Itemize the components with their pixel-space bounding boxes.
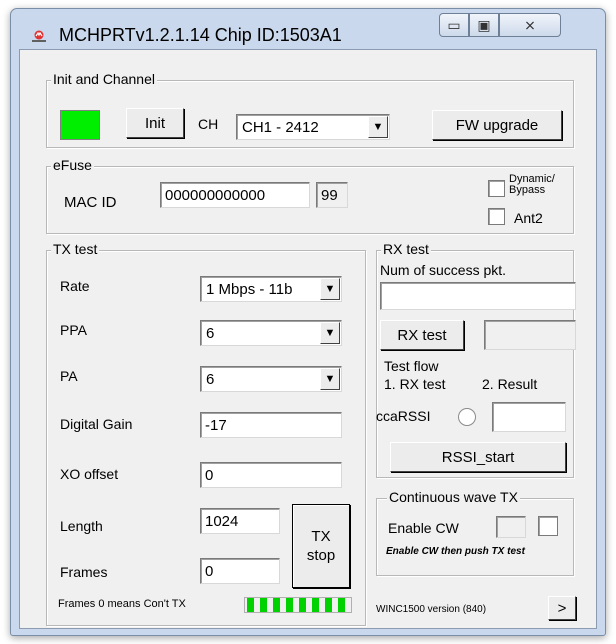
- length-input[interactable]: 1024: [200, 508, 280, 534]
- ant2-checkbox[interactable]: [488, 208, 505, 225]
- dynamic-bypass-label: Dynamic/ Bypass: [509, 174, 555, 196]
- mac-id-label: MAC ID: [64, 194, 117, 211]
- enable-cw-label: Enable CW: [388, 520, 459, 536]
- enable-cw-checkbox[interactable]: [538, 516, 558, 536]
- init-button-label: Init: [144, 114, 165, 132]
- ppa-label: PPA: [60, 322, 87, 338]
- version-text: WINC1500 version (840): [376, 604, 487, 615]
- minimize-icon: ▭: [447, 16, 461, 33]
- progress-segment: [247, 598, 254, 612]
- progress-segment: [312, 598, 319, 612]
- title-bar[interactable]: MCHPRTv1.2.1.14 Chip ID:1503A1 ▭ ▣ ⨯: [11, 9, 605, 51]
- close-button[interactable]: ⨯: [499, 13, 561, 37]
- rssi-start-button-label: RSSI_start: [441, 448, 515, 466]
- progress-segment: [273, 598, 280, 612]
- fw-upgrade-label: FW upgrade: [455, 116, 539, 134]
- init-channel-title: Init and Channel: [51, 71, 157, 87]
- efuse-title: eFuse: [51, 157, 94, 173]
- flow-step2: 2. Result: [482, 376, 538, 392]
- xo-offset-input[interactable]: 0: [200, 462, 342, 488]
- tx-test-title: TX test: [51, 241, 100, 257]
- ch-label: CH: [198, 116, 219, 132]
- dynamic-label-line2: Bypass: [509, 184, 546, 196]
- ant2-label: Ant2: [514, 210, 543, 226]
- next-button[interactable]: >: [548, 596, 576, 620]
- cw-hint: Enable CW then push TX test: [386, 546, 525, 557]
- rx-test-button[interactable]: RX test: [380, 320, 464, 350]
- progress-segment: [325, 598, 332, 612]
- digital-gain-input[interactable]: -17: [200, 412, 342, 438]
- microchip-logo-icon: [32, 30, 46, 42]
- rssi-start-button[interactable]: RSSI_start: [390, 442, 566, 472]
- ppa-value: 6: [206, 325, 215, 342]
- chevron-down-icon[interactable]: ▼: [320, 278, 340, 300]
- maximize-button[interactable]: ▣: [469, 13, 499, 37]
- num-success-label: Num of success pkt.: [380, 262, 507, 278]
- test-flow-label: Test flow: [384, 358, 439, 374]
- dynamic-bypass-checkbox[interactable]: [488, 180, 505, 197]
- pa-label: PA: [60, 368, 78, 384]
- digital-gain-label: Digital Gain: [60, 416, 133, 432]
- xo-offset-label: XO offset: [60, 466, 119, 482]
- pa-select[interactable]: 6 ▼: [200, 366, 342, 392]
- frames-note: Frames 0 means Con't TX: [58, 598, 186, 610]
- init-button[interactable]: Init: [126, 108, 184, 138]
- channel-select[interactable]: CH1 - 2412 ▼: [236, 114, 390, 140]
- progress-segment: [299, 598, 306, 612]
- rate-label: Rate: [60, 278, 90, 294]
- window-title: MCHPRTv1.2.1.14 Chip ID:1503A1: [59, 25, 342, 45]
- mac-id-input[interactable]: 000000000000: [160, 182, 310, 208]
- frames-label: Frames: [60, 564, 108, 580]
- next-button-label: >: [557, 599, 567, 617]
- cca-rssi-radio[interactable]: [458, 408, 476, 426]
- init-status-indicator: [60, 110, 100, 140]
- pa-value: 6: [206, 371, 215, 388]
- rx-result-field: [484, 320, 576, 350]
- chevron-down-icon[interactable]: ▼: [368, 116, 388, 138]
- rate-value: 1 Mbps - 11b: [206, 281, 293, 298]
- channel-value: CH1 - 2412: [242, 119, 319, 136]
- progress-segment: [260, 598, 267, 612]
- tx-stop-button[interactable]: TX stop: [292, 504, 350, 588]
- tx-stop-label-line2: stop: [306, 547, 336, 564]
- client-area: Init and Channel Init CH CH1 - 2412 ▼ FW…: [19, 49, 597, 629]
- rx-test-title: RX test: [381, 241, 431, 257]
- progress-segment: [286, 598, 293, 612]
- tx-progress-bar: [244, 597, 352, 613]
- num-success-input[interactable]: [380, 282, 576, 310]
- mac-suffix-field: 99: [316, 182, 348, 208]
- close-icon: ⨯: [524, 16, 536, 33]
- cca-rssi-label: ccaRSSI: [376, 408, 431, 424]
- length-label: Length: [60, 518, 103, 534]
- cw-tx-group: Continuous wave TX: [376, 489, 574, 576]
- rate-select[interactable]: 1 Mbps - 11b ▼: [200, 276, 342, 302]
- frames-input[interactable]: 0: [200, 558, 280, 584]
- cw-tx-title: Continuous wave TX: [387, 489, 520, 505]
- progress-segment: [338, 598, 345, 612]
- chevron-down-icon[interactable]: ▼: [320, 368, 340, 390]
- cw-status-field: [496, 516, 526, 538]
- fw-upgrade-button[interactable]: FW upgrade: [432, 110, 562, 140]
- minimize-button[interactable]: ▭: [439, 13, 469, 37]
- cca-rssi-value-field[interactable]: [492, 402, 566, 432]
- chevron-down-icon[interactable]: ▼: [320, 322, 340, 344]
- rx-test-button-label: RX test: [397, 326, 447, 344]
- ppa-select[interactable]: 6 ▼: [200, 320, 342, 346]
- tx-stop-label-line1: TX: [311, 528, 331, 545]
- flow-step1: 1. RX test: [384, 376, 446, 392]
- app-window: MCHPRTv1.2.1.14 Chip ID:1503A1 ▭ ▣ ⨯ Ini…: [10, 8, 606, 636]
- maximize-icon: ▣: [477, 16, 491, 33]
